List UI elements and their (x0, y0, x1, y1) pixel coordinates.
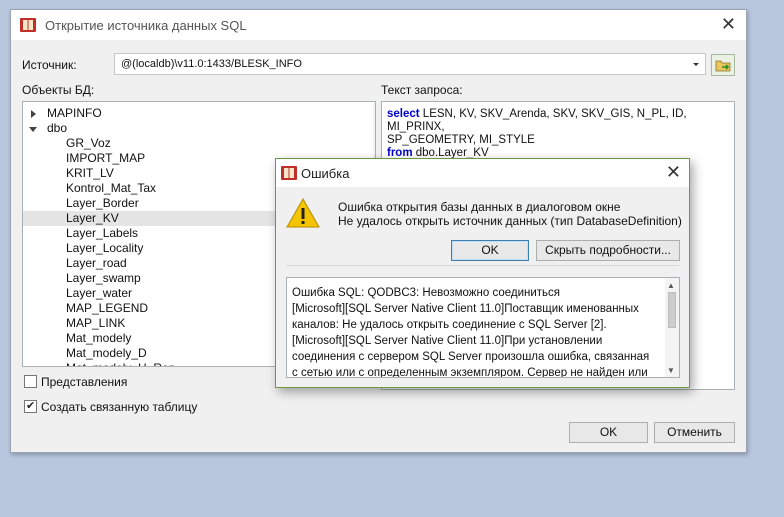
tree-item-label: Layer_Border (66, 196, 139, 210)
close-icon[interactable]: ✕ (666, 161, 681, 183)
views-checkbox[interactable] (24, 375, 37, 388)
divider (286, 265, 679, 266)
tree-item-label: Layer_road (66, 256, 127, 270)
details-line: Ошибка SQL: QODBC3: Невозможно соединить… (292, 287, 561, 299)
caret-right-icon[interactable] (29, 110, 37, 118)
tree-item-label: Layer_KV (66, 211, 119, 225)
details-line: соединения с сервером SQL Server произош… (292, 351, 650, 363)
tree-item-label: KRIT_LV (66, 166, 114, 180)
tree-item-label: Mat_modely_H_Rep (66, 361, 175, 366)
tree-item-label: Layer_Labels (66, 226, 139, 240)
query-label: Текст запроса: (381, 83, 463, 97)
error-message: Ошибка открытия базы данных в диалоговом… (338, 200, 682, 228)
tree-item-label: Mat_modely_D (66, 346, 147, 360)
source-value: @(localdb)\v11.0:1433/BLESK_INFO (121, 58, 302, 70)
ok-button[interactable]: OK (569, 422, 648, 443)
tree-item-label: Layer_Locality (66, 241, 144, 255)
objects-label: Объекты БД: (22, 83, 95, 97)
error-message-line1: Ошибка открытия базы данных в диалоговом… (338, 200, 621, 214)
error-dialog: Ошибка ✕ Ошибка открытия базы данных в д… (275, 158, 690, 388)
tree-item[interactable]: dbo (23, 121, 363, 136)
error-message-line2: Не удалось открыть источник данных (тип … (338, 214, 682, 228)
query-line1: LESN, KV, SKV_Arenda, SKV, SKV_GIS, N_PL… (387, 108, 687, 133)
query-text: select LESN, KV, SKV_Arenda, SKV, SKV_GI… (387, 108, 727, 160)
error-details-text: Ошибка SQL: QODBC3: Невозможно соединить… (292, 285, 664, 378)
details-line: [Microsoft][SQL Server Native Client 11.… (292, 303, 639, 315)
tree-item-label: Kontrol_Mat_Tax (66, 181, 157, 195)
browse-source-button[interactable] (711, 54, 735, 76)
details-line: [Microsoft][SQL Server Native Client 11.… (292, 335, 603, 347)
linked-table-checkbox-label: Создать связанную таблицу (41, 400, 198, 414)
main-dialog-title: Открытие источника данных SQL (45, 18, 247, 33)
tree-item-label: MAP_LEGEND (66, 301, 149, 315)
tree-item-label: IMPORT_MAP (66, 151, 146, 165)
red-book-icon (281, 166, 297, 180)
cancel-button[interactable]: Отменить (654, 422, 735, 443)
hide-details-button[interactable]: Скрыть подробности... (536, 240, 680, 261)
error-details-box[interactable]: Ошибка SQL: QODBC3: Невозможно соединить… (286, 277, 680, 378)
linked-table-checkbox[interactable]: ✔ (24, 400, 37, 413)
tree-item-label: dbo (47, 121, 68, 135)
query-line2: SP_GEOMETRY, MI_STYLE (387, 134, 535, 146)
error-dialog-title: Ошибка (301, 166, 350, 181)
tree-item-label: GR_Voz (66, 136, 111, 150)
tree-item-label: MAP_LINK (66, 316, 126, 330)
tree-item-label: MAPINFO (47, 106, 102, 120)
tree-item-label: Layer_swamp (66, 271, 141, 285)
caret-down-icon[interactable] (29, 125, 37, 133)
scroll-down-icon[interactable]: ▼ (667, 366, 675, 375)
tree-item[interactable]: MAPINFO (23, 106, 363, 121)
error-ok-button[interactable]: OK (451, 240, 529, 261)
red-book-icon (20, 18, 36, 32)
details-scrollbar[interactable]: ▲ ▼ (665, 278, 679, 377)
warning-triangle-icon (286, 197, 320, 228)
query-keyword-select: select (387, 108, 420, 120)
checkmark-icon: ✔ (26, 400, 36, 412)
views-checkbox-label: Представления (41, 375, 128, 389)
source-label: Источник: (22, 58, 77, 72)
open-folder-arrow-icon (715, 60, 731, 72)
chevron-down-icon (693, 63, 699, 66)
tree-item[interactable]: GR_Voz (23, 136, 363, 151)
main-titlebar: Открытие источника данных SQL ✕ (11, 10, 746, 40)
error-titlebar: Ошибка ✕ (276, 159, 689, 187)
scroll-up-icon[interactable]: ▲ (667, 281, 675, 290)
tree-item-label: Mat_modely (66, 331, 132, 345)
details-line: каналов: Не удалось открыть соединение с… (292, 319, 607, 331)
source-combobox[interactable]: @(localdb)\v11.0:1433/BLESK_INFO (114, 53, 706, 75)
tree-item-label: Layer_water (66, 286, 133, 300)
details-line: с сетью или с определенным экземпляром. … (292, 367, 648, 378)
details-scroll-thumb[interactable] (668, 292, 676, 328)
close-icon[interactable]: ✕ (721, 13, 736, 35)
